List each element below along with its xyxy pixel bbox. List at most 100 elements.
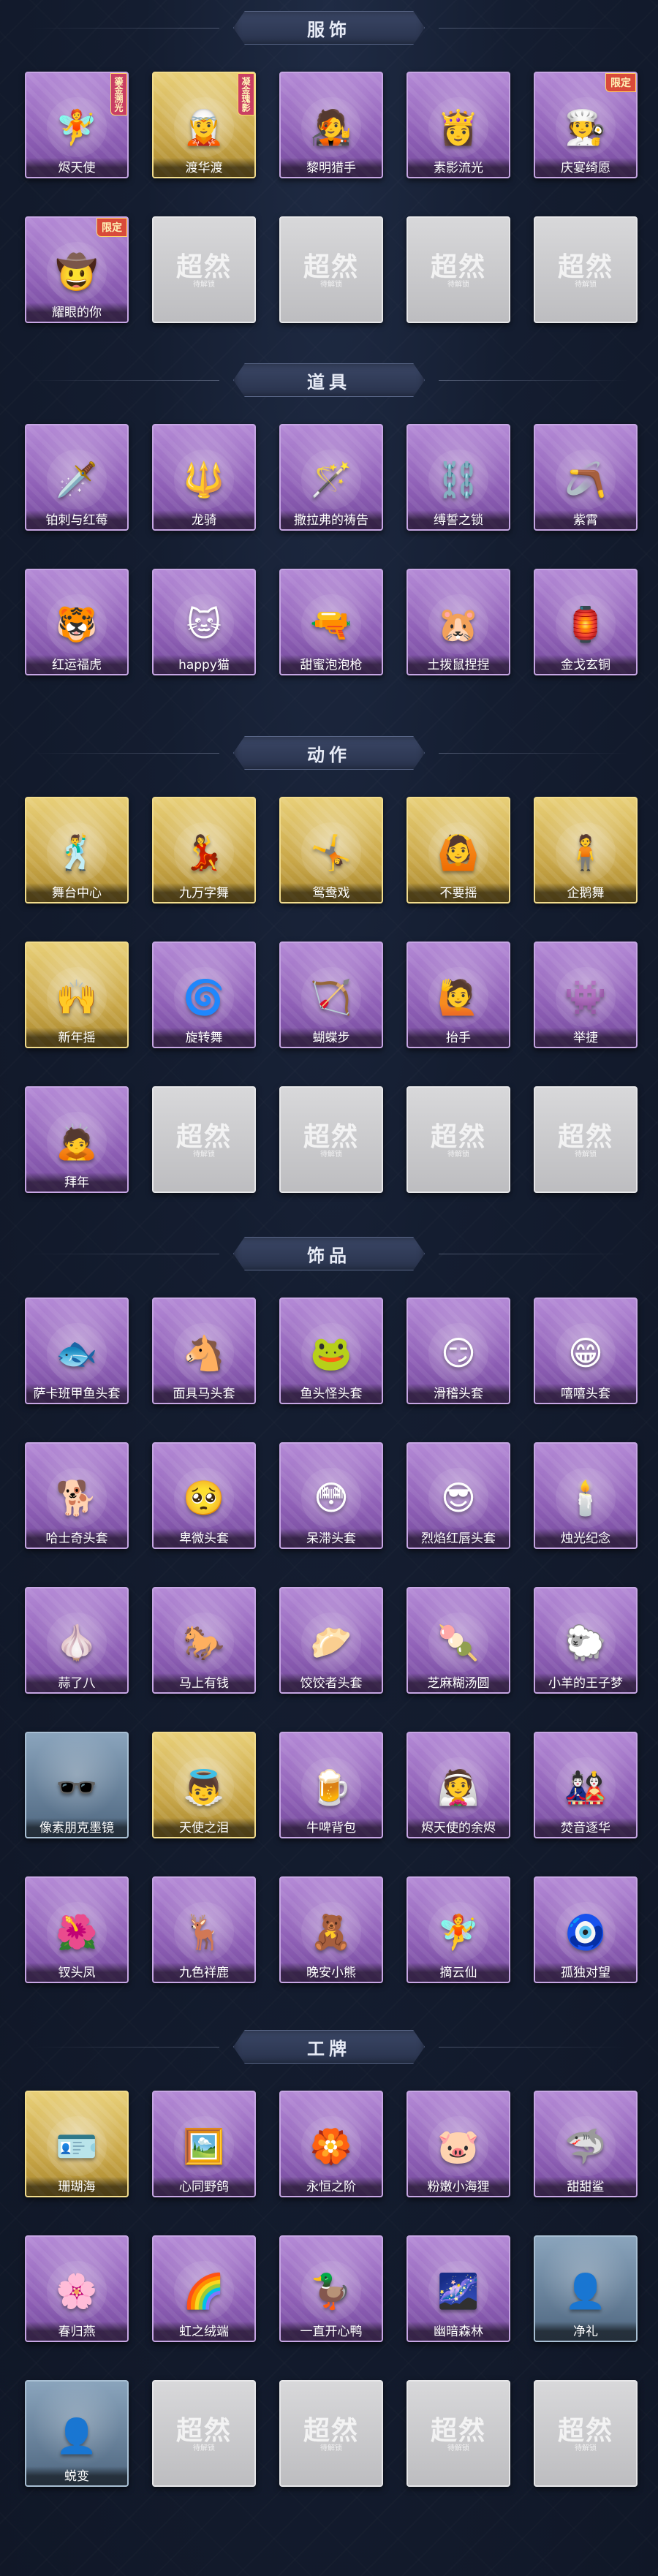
item-name: 渡华渡	[154, 158, 254, 177]
locked-item-card[interactable]: 超然 待解锁	[152, 1086, 256, 1193]
item-card[interactable]: 🕺 舞台中心	[25, 797, 129, 904]
item-card[interactable]: 🏮 金戈玄铜	[534, 569, 638, 675]
item-image-icon: 🐷	[428, 2115, 488, 2176]
item-card[interactable]: 🌈 虹之绒端	[152, 2235, 256, 2342]
item-card[interactable]: 🏵️ 永恒之阶	[279, 2091, 383, 2197]
item-card[interactable]: 🧚 烬天使 鎏金溯光	[25, 72, 129, 178]
item-card[interactable]: 👸 素影流光	[406, 72, 510, 178]
item-image-icon: 🌌	[428, 2260, 488, 2321]
item-name: 缚誓之锁	[408, 510, 509, 529]
item-card[interactable]: 🙋 抬手	[406, 942, 510, 1048]
item-grid: 🪪 珊瑚海 🖼️ 心同野鸽 🏵️ 永恒之阶 🐷 粉嫩小海狸 🦈 甜甜鲨 🌸 春归燕 🌈 虹之绒端 🦆 一直开心…	[0, 2091, 658, 2487]
item-name: 黎明猎手	[281, 158, 382, 177]
limited-badge: 鎏金溯光	[110, 73, 127, 115]
section-title: 工牌	[307, 2038, 351, 2059]
item-card[interactable]: 😎 烈焰红唇头套	[406, 1442, 510, 1549]
item-name: 鸳鸯戏	[281, 883, 382, 902]
item-name: 嘻嘻头套	[535, 1384, 636, 1403]
item-card[interactable]: 🧝 渡华渡 凝金瑰影	[152, 72, 256, 178]
locked-item-card[interactable]: 超然 待解锁	[406, 2380, 510, 2487]
item-card[interactable]: 🐟 萨卡班甲鱼头套	[25, 1298, 129, 1404]
item-card[interactable]: 👤 蜕变	[25, 2380, 129, 2487]
item-card[interactable]: 🌸 春归燕	[25, 2235, 129, 2342]
item-card[interactable]: 🐯 红运福虎	[25, 569, 129, 675]
limited-badge: 凝金瑰影	[238, 73, 254, 115]
item-card[interactable]: 🍺 牛啤背包	[279, 1732, 383, 1838]
item-card[interactable]: 🧍 企鹅舞	[534, 797, 638, 904]
item-card[interactable]: 😏 滑稽头套	[406, 1298, 510, 1404]
item-card[interactable]: 🦆 一直开心鸭	[279, 2235, 383, 2342]
item-card[interactable]: 🤸 鸳鸯戏	[279, 797, 383, 904]
item-card[interactable]: 🐎 马上有钱	[152, 1587, 256, 1694]
item-card[interactable]: 🧸 晚安小熊	[279, 1876, 383, 1983]
item-card[interactable]: 🔫 甜蜜泡泡枪	[279, 569, 383, 675]
item-card[interactable]: 🗡️ 铂刺与红莓	[25, 424, 129, 531]
item-card[interactable]: 👤 净礼	[534, 2235, 638, 2342]
locked-item-card[interactable]: 超然 待解锁	[279, 2380, 383, 2487]
item-name: 烬天使的余烬	[408, 1818, 509, 1837]
item-card[interactable]: 🏹 蝴蝶步	[279, 942, 383, 1048]
item-card[interactable]: 😁 嘻嘻头套	[534, 1298, 638, 1404]
locked-item-card[interactable]: 超然 待解锁	[152, 216, 256, 323]
item-card[interactable]: 🦈 甜甜鲨	[534, 2091, 638, 2197]
section-title: 饰品	[307, 1245, 351, 1266]
item-name: 孤独对望	[535, 1963, 636, 1982]
item-name: 天使之泪	[154, 1818, 254, 1837]
locked-item-card[interactable]: 超然 待解锁	[406, 1086, 510, 1193]
item-card[interactable]: 🙆 不要摇	[406, 797, 510, 904]
locked-item-card[interactable]: 超然 待解锁	[279, 1086, 383, 1193]
item-card[interactable]: 💃 九万字舞	[152, 797, 256, 904]
item-card[interactable]: 🌺 钗头凤	[25, 1876, 129, 1983]
item-card[interactable]: ⛓️ 缚誓之锁	[406, 424, 510, 531]
item-card[interactable]: 🧿 孤独对望	[534, 1876, 638, 1983]
item-card[interactable]: 🕶️ 像素朋克墨镜	[25, 1732, 129, 1838]
item-card[interactable]: 🐕 哈士奇头套	[25, 1442, 129, 1549]
item-card[interactable]: 🍡 芝麻糊汤圆	[406, 1587, 510, 1694]
locked-item-card[interactable]: 超然 待解锁	[406, 216, 510, 323]
item-card[interactable]: 🎎 焚音逐华	[534, 1732, 638, 1838]
item-grid: 🗡️ 铂刺与红莓 🔱 龙骑 🪄 撒拉弗的祷告 ⛓️ 缚誓之锁 🪃 紫霄 🐯 红运福虎 🐱 happy猫 🔫 甜…	[0, 424, 658, 675]
section-banner: 饰品	[233, 1237, 425, 1270]
locked-item-card[interactable]: 超然 待解锁	[152, 2380, 256, 2487]
item-name: 卑微头套	[154, 1528, 254, 1548]
item-card[interactable]: 🥟 饺饺者头套	[279, 1587, 383, 1694]
item-grid: 🧚 烬天使 鎏金溯光 🧝 渡华渡 凝金瑰影 🧑‍🎤 黎明猎手 👸 素影流光 🧑‍🍳 庆宴绮愿 限定 🤠 耀眼…	[0, 72, 658, 323]
item-card[interactable]: 🕯️ 烛光纪念	[534, 1442, 638, 1549]
item-name: 摘云仙	[408, 1963, 509, 1982]
item-card[interactable]: 🧚 摘云仙	[406, 1876, 510, 1983]
item-image-icon: 👸	[428, 96, 488, 157]
item-card[interactable]: 🖼️ 心同野鸽	[152, 2091, 256, 2197]
item-card[interactable]: 🌀 旋转舞	[152, 942, 256, 1048]
item-card[interactable]: 🐱 happy猫	[152, 569, 256, 675]
item-image-icon: 🧑‍🎤	[301, 96, 361, 157]
locked-item-card[interactable]: 超然 待解锁	[534, 2380, 638, 2487]
item-image-icon: 🏵️	[301, 2115, 361, 2176]
locked-item-card[interactable]: 超然 待解锁	[534, 1086, 638, 1193]
item-card[interactable]: 😳 呆滞头套	[279, 1442, 383, 1549]
item-card[interactable]: 🧑‍🍳 庆宴绮愿 限定	[534, 72, 638, 178]
item-card[interactable]: 👰 烬天使的余烬	[406, 1732, 510, 1838]
item-card[interactable]: 🪄 撒拉弗的祷告	[279, 424, 383, 531]
item-image-icon: 🦈	[556, 2115, 616, 2176]
item-card[interactable]: 🪪 珊瑚海	[25, 2091, 129, 2197]
item-card[interactable]: 🐹 土拨鼠捏捏	[406, 569, 510, 675]
locked-item-card[interactable]: 超然 待解锁	[279, 216, 383, 323]
item-card[interactable]: 🥺 卑微头套	[152, 1442, 256, 1549]
item-card[interactable]: 🐸 鱼头怪头套	[279, 1298, 383, 1404]
locked-item-card[interactable]: 超然 待解锁	[534, 216, 638, 323]
item-card[interactable]: 🪃 紫霄	[534, 424, 638, 531]
item-card[interactable]: 🐑 小羊的王子梦	[534, 1587, 638, 1694]
item-card[interactable]: 🙌 新年摇	[25, 942, 129, 1048]
item-card[interactable]: 🙇 拜年	[25, 1086, 129, 1193]
item-card[interactable]: 🔱 龙骑	[152, 424, 256, 531]
item-card[interactable]: 🧑‍🎤 黎明猎手	[279, 72, 383, 178]
item-card[interactable]: 👾 举捷	[534, 942, 638, 1048]
item-card[interactable]: 🦌 九色祥鹿	[152, 1876, 256, 1983]
section-title: 道具	[307, 371, 351, 393]
item-card[interactable]: 🤠 耀眼的你 限定	[25, 216, 129, 323]
item-card[interactable]: 👼 天使之泪	[152, 1732, 256, 1838]
item-card[interactable]: 🐷 粉嫩小海狸	[406, 2091, 510, 2197]
item-card[interactable]: 🐴 面具马头套	[152, 1298, 256, 1404]
item-card[interactable]: 🌌 幽暗森林	[406, 2235, 510, 2342]
item-card[interactable]: 🧄 蒜了八	[25, 1587, 129, 1694]
